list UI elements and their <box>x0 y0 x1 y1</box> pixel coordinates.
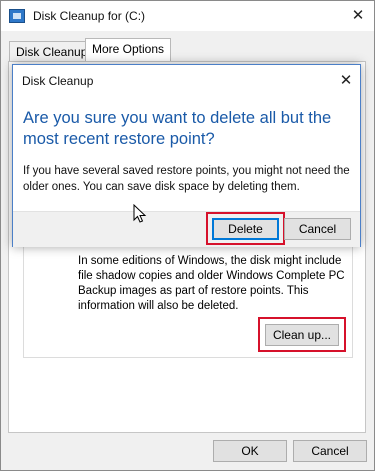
confirm-dialog: Disk Cleanup ✕ Are you sure you want to … <box>12 64 361 247</box>
window-title: Disk Cleanup for (C:) <box>33 9 146 23</box>
dialog-cancel-button[interactable]: Cancel <box>284 218 351 240</box>
tab-more-options[interactable]: More Options <box>85 38 172 62</box>
window-close-button[interactable]: ✕ <box>347 5 369 27</box>
dialog-close-button[interactable]: ✕ <box>335 70 357 92</box>
restore-points-description: In some editions of Windows, the disk mi… <box>78 255 345 312</box>
tab-disk-cleanup[interactable]: Disk Cleanup <box>9 41 95 61</box>
clean-up-button[interactable]: Clean up... <box>265 324 339 346</box>
disk-cleanup-icon <box>9 9 25 23</box>
dialog-heading: Are you sure you want to delete all but … <box>23 109 332 148</box>
ok-button[interactable]: OK <box>213 440 287 462</box>
mouse-pointer-icon <box>133 204 147 223</box>
delete-button[interactable]: Delete <box>212 218 279 240</box>
dialog-body-text: If you have several saved restore points… <box>23 165 350 193</box>
footer-cancel-button[interactable]: Cancel <box>293 440 367 462</box>
dialog-title: Disk Cleanup <box>22 74 94 88</box>
window-titlebar: Disk Cleanup for (C:) ✕ <box>1 1 374 31</box>
